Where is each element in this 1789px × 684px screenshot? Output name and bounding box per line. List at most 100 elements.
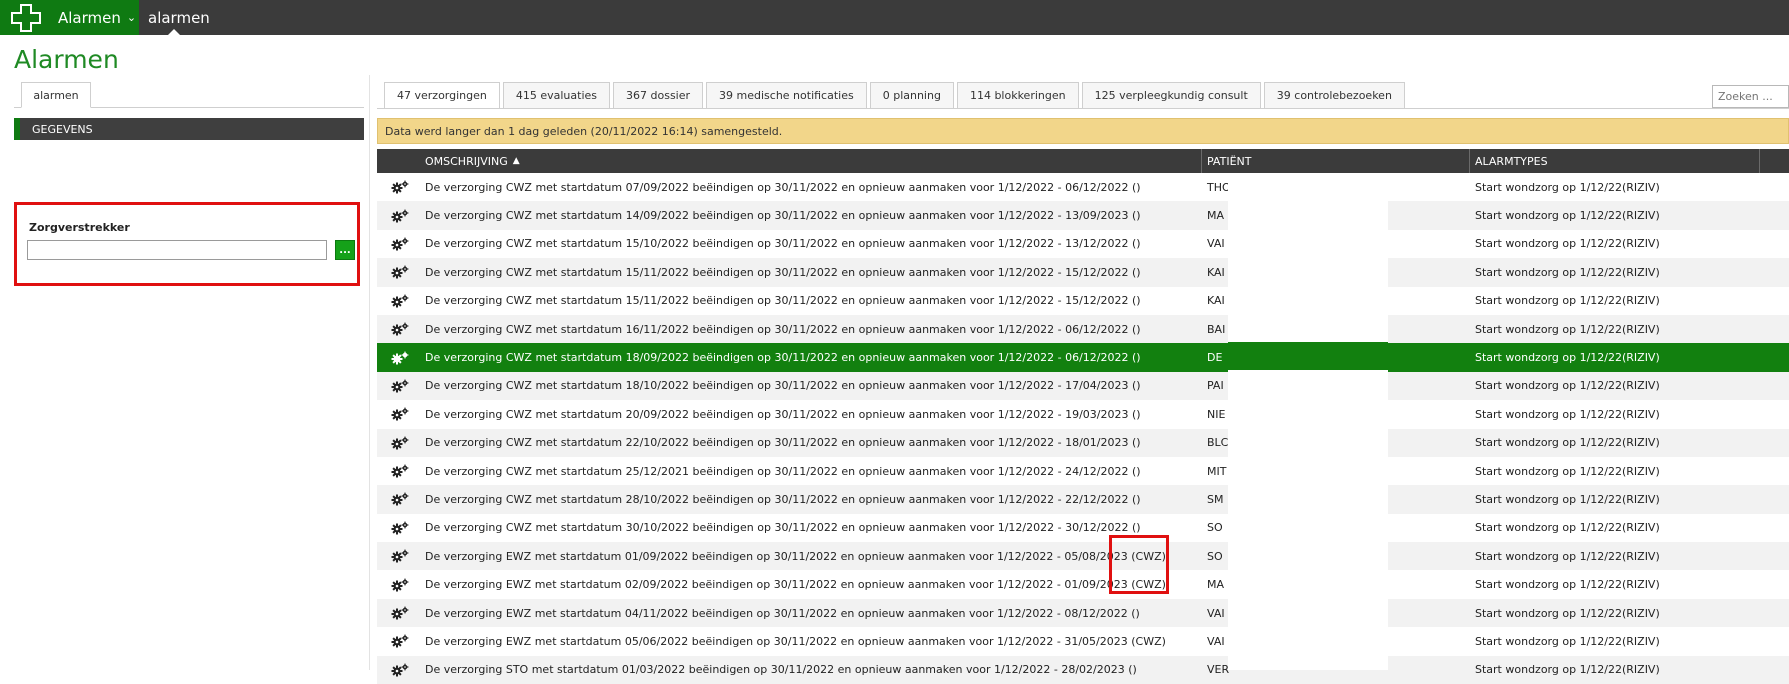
gears-icon[interactable] [377,230,422,258]
gears-icon[interactable] [377,514,422,542]
row-description: De verzorging CWZ met startdatum 20/09/2… [425,407,1141,421]
alarm-grid: OMSCHRIJVING ▲ PATIËNT ALARMTYPES De ver… [377,149,1789,684]
page-title: Alarmen [14,45,119,74]
gears-icon[interactable] [377,372,422,400]
gears-icon[interactable] [377,201,422,229]
tabs-divider [377,108,1789,109]
zorgverstrekker-input[interactable] [27,240,327,260]
gears-icon[interactable] [377,343,422,371]
tab-evaluaties[interactable]: 415 evaluaties [502,82,611,109]
row-alarmtype: Start wondzorg op 1/12/22(RIZIV) [1475,492,1660,506]
gears-icon[interactable] [377,315,422,343]
table-row[interactable]: De verzorging EWZ met startdatum 02/09/2… [377,570,1789,599]
table-row[interactable]: De verzorging CWZ met startdatum 20/09/2… [377,400,1789,429]
section-header-gegevens: GEGEVENS [14,118,364,140]
row-description: De verzorging CWZ met startdatum 18/10/2… [425,379,1141,393]
app-menu[interactable]: Alarmen ⌄ [52,0,139,35]
row-description: De verzorging CWZ met startdatum 16/11/2… [425,322,1141,336]
data-age-notice: Data werd langer dan 1 dag geleden (20/1… [377,118,1789,144]
tab-planning[interactable]: 0 planning [869,82,954,109]
table-row[interactable]: De verzorging CWZ met startdatum 14/09/2… [377,201,1789,230]
column-header-omschrijving[interactable]: OMSCHRIJVING ▲ [422,149,1202,173]
row-description: De verzorging EWZ met startdatum 05/06/2… [425,634,1166,648]
tab-alarmen[interactable]: alarmen [21,82,91,108]
column-header-alarmtypes[interactable]: ALARMTYPES [1470,149,1760,173]
header-icon-column [377,149,422,173]
row-description: De verzorging CWZ met startdatum 18/09/2… [425,351,1141,365]
row-description: De verzorging CWZ met startdatum 14/09/2… [425,209,1141,223]
column-header-patient[interactable]: PATIËNT [1202,149,1470,173]
tab-controlebezoeken[interactable]: 39 controlebezoeken [1263,82,1405,109]
table-row[interactable]: De verzorging CWZ met startdatum 25/12/2… [377,456,1789,486]
table-row[interactable]: De verzorging EWZ met startdatum 05/06/2… [377,627,1789,656]
gears-icon[interactable] [377,258,422,286]
grid-body: De verzorging CWZ met startdatum 07/09/2… [377,173,1789,684]
tab-verpleegkundig-consult[interactable]: 125 verpleegkundig consult [1081,82,1261,109]
app-menu-label: Alarmen [58,8,121,27]
row-alarmtype: Start wondzorg op 1/12/22(RIZIV) [1475,265,1660,279]
table-row[interactable]: De verzorging CWZ met startdatum 30/10/2… [377,513,1789,543]
zorgverstrekker-lookup-button[interactable]: ... [335,240,355,260]
column-header-omschrijving-label: OMSCHRIJVING [425,154,508,168]
gears-icon[interactable] [377,599,422,627]
app-logo[interactable] [0,0,52,35]
chevron-down-icon: ⌄ [126,11,137,24]
row-description: De verzorging CWZ met startdatum 28/10/2… [425,492,1141,506]
gears-icon[interactable] [377,429,422,457]
table-row[interactable]: De verzorging EWZ met startdatum 04/11/2… [377,598,1789,628]
table-row[interactable]: De verzorging CWZ met startdatum 16/11/2… [377,314,1789,344]
row-alarmtype: Start wondzorg op 1/12/22(RIZIV) [1475,351,1660,365]
table-row[interactable]: De verzorging CWZ met startdatum 18/10/2… [377,371,1789,401]
row-alarmtype: Start wondzorg op 1/12/22(RIZIV) [1475,322,1660,336]
gears-icon[interactable] [377,457,422,485]
table-row[interactable]: De verzorging CWZ met startdatum 18/09/2… [377,343,1789,372]
row-alarmtype: Start wondzorg op 1/12/22(RIZIV) [1475,606,1660,620]
gears-icon[interactable] [377,485,422,513]
row-alarmtype: Start wondzorg op 1/12/22(RIZIV) [1475,180,1660,194]
gears-icon[interactable] [377,400,422,428]
row-alarmtype: Start wondzorg op 1/12/22(RIZIV) [1475,578,1660,592]
gears-icon[interactable] [377,627,422,655]
table-row[interactable]: De verzorging CWZ met startdatum 15/11/2… [377,286,1789,315]
row-alarmtype: Start wondzorg op 1/12/22(RIZIV) [1475,237,1660,251]
gears-icon[interactable] [377,542,422,570]
row-description: De verzorging EWZ met startdatum 01/09/2… [425,549,1166,563]
row-alarmtype: Start wondzorg op 1/12/22(RIZIV) [1475,407,1660,421]
row-description: De verzorging CWZ met startdatum 25/12/2… [425,464,1141,478]
gears-icon[interactable] [377,570,422,598]
row-description: De verzorging CWZ met startdatum 22/10/2… [425,436,1141,450]
gears-icon[interactable] [377,287,422,315]
table-row[interactable]: De verzorging CWZ met startdatum 07/09/2… [377,173,1789,202]
row-alarmtype: Start wondzorg op 1/12/22(RIZIV) [1475,464,1660,478]
medical-cross-icon [11,3,41,32]
top-bar: Alarmen ⌄ alarmen [0,0,1789,35]
table-row[interactable]: De verzorging CWZ met startdatum 15/10/2… [377,229,1789,259]
row-alarmtype: Start wondzorg op 1/12/22(RIZIV) [1475,294,1660,308]
row-alarmtype: Start wondzorg op 1/12/22(RIZIV) [1475,634,1660,648]
table-row[interactable]: De verzorging CWZ met startdatum 22/10/2… [377,428,1789,457]
panel-divider [369,75,370,670]
table-row[interactable]: De verzorging EWZ met startdatum 01/09/2… [377,542,1789,571]
table-row[interactable]: De verzorging CWZ met startdatum 28/10/2… [377,485,1789,514]
tab-dossier[interactable]: 367 dossier [613,82,704,109]
tab-verzorgingen[interactable]: 47 verzorgingen [384,82,500,109]
table-row[interactable]: De verzorging CWZ met startdatum 15/11/2… [377,258,1789,287]
redaction-block [1228,173,1388,670]
zorgverstrekker-filter-highlight: Zorgverstrekker ... [14,202,360,286]
search-input[interactable] [1712,85,1789,108]
gears-icon[interactable] [377,173,422,201]
tab-blokkeringen[interactable]: 114 blokkeringen [956,82,1079,109]
row-description: De verzorging EWZ met startdatum 02/09/2… [425,578,1166,592]
row-alarmtype: Start wondzorg op 1/12/22(RIZIV) [1475,549,1660,563]
sort-ascending-icon: ▲ [512,156,520,166]
row-alarmtype: Start wondzorg op 1/12/22(RIZIV) [1475,521,1660,535]
grid-header: OMSCHRIJVING ▲ PATIËNT ALARMTYPES [377,149,1789,173]
row-description: De verzorging CWZ met startdatum 30/10/2… [425,521,1141,535]
row-alarmtype: Start wondzorg op 1/12/22(RIZIV) [1475,436,1660,450]
row-description: De verzorging CWZ met startdatum 15/11/2… [425,294,1141,308]
tab-medische-notificaties[interactable]: 39 medische notificaties [706,82,867,109]
cwz-highlight-box [1109,535,1169,594]
row-description: De verzorging CWZ met startdatum 07/09/2… [425,180,1141,194]
row-description: De verzorging EWZ met startdatum 04/11/2… [425,606,1140,620]
zorgverstrekker-label: Zorgverstrekker [29,221,130,234]
